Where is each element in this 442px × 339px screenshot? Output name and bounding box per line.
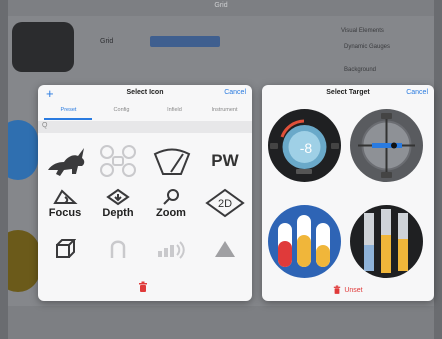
tab-config[interactable]: Config	[95, 107, 148, 113]
search-icon: Q	[42, 122, 48, 129]
cube-icon[interactable]	[40, 229, 90, 269]
background-panel-item: Background	[344, 67, 377, 73]
select-icon-title: Select Icon	[126, 89, 164, 96]
tab-instrument[interactable]: Instrument	[198, 107, 251, 113]
focus-icon[interactable]: Focus	[40, 183, 90, 223]
wiper-icon[interactable]	[146, 141, 196, 181]
drone-icon[interactable]	[93, 141, 143, 181]
select-target-popover: Select Target Cancel -8 Unset	[262, 85, 434, 301]
depth-label: Depth	[102, 206, 134, 219]
pw-label: PW	[211, 151, 239, 170]
unset-button[interactable]: Unset	[262, 285, 434, 294]
target-gauge-bars[interactable]	[268, 205, 341, 278]
unset-label: Unset	[344, 287, 363, 294]
rabbit-icon[interactable]	[40, 141, 90, 181]
target-gauge-level[interactable]	[350, 109, 423, 182]
select-target-cancel-button[interactable]: Cancel	[406, 89, 428, 96]
magnet-icon[interactable]	[93, 229, 143, 269]
target-gauge-sliders[interactable]	[350, 205, 423, 278]
select-icon-cancel-button[interactable]: Cancel	[224, 89, 246, 96]
focus-label: Focus	[48, 206, 82, 219]
zoom-label: Zoom	[156, 206, 186, 219]
pw-icon[interactable]: PW	[200, 141, 250, 181]
select-icon-header: + Select Icon Cancel	[38, 85, 252, 103]
2d-icon[interactable]: 2D	[200, 183, 250, 223]
background-gauge-yellow	[8, 230, 40, 292]
icon-search-bar[interactable]: Q	[38, 121, 252, 133]
background-footer	[8, 306, 434, 339]
target-gauge-compass[interactable]: -8	[268, 109, 341, 182]
select-target-header: Select Target Cancel	[262, 85, 434, 103]
triangle-icon[interactable]	[200, 229, 250, 269]
2d-label: 2D	[218, 198, 232, 210]
background-segmented-control	[150, 36, 220, 47]
background-gauge-tile	[12, 22, 74, 72]
depth-icon[interactable]: Depth	[93, 183, 143, 223]
tab-preset[interactable]: Preset	[42, 107, 95, 113]
trash-icon	[334, 285, 341, 294]
signal-icon[interactable]	[146, 229, 196, 269]
icon-category-tabs: Preset Config Infield Instrument	[38, 105, 252, 120]
trash-icon[interactable]	[138, 279, 148, 297]
tab-active-indicator	[44, 118, 92, 120]
background-grid-label: Grid	[100, 38, 114, 45]
select-icon-popover: + Select Icon Cancel Preset Config Infie…	[38, 85, 252, 301]
gauge-value: -8	[300, 140, 313, 156]
background-panel-title: Visual Elements	[341, 28, 384, 34]
zoom-icon[interactable]: Zoom	[146, 183, 196, 223]
background-title: Grid	[214, 2, 228, 9]
background-panel-item: Dynamic Gauges	[344, 44, 391, 50]
tab-infield[interactable]: Infield	[148, 107, 201, 113]
background-gauge-blue	[8, 120, 38, 180]
